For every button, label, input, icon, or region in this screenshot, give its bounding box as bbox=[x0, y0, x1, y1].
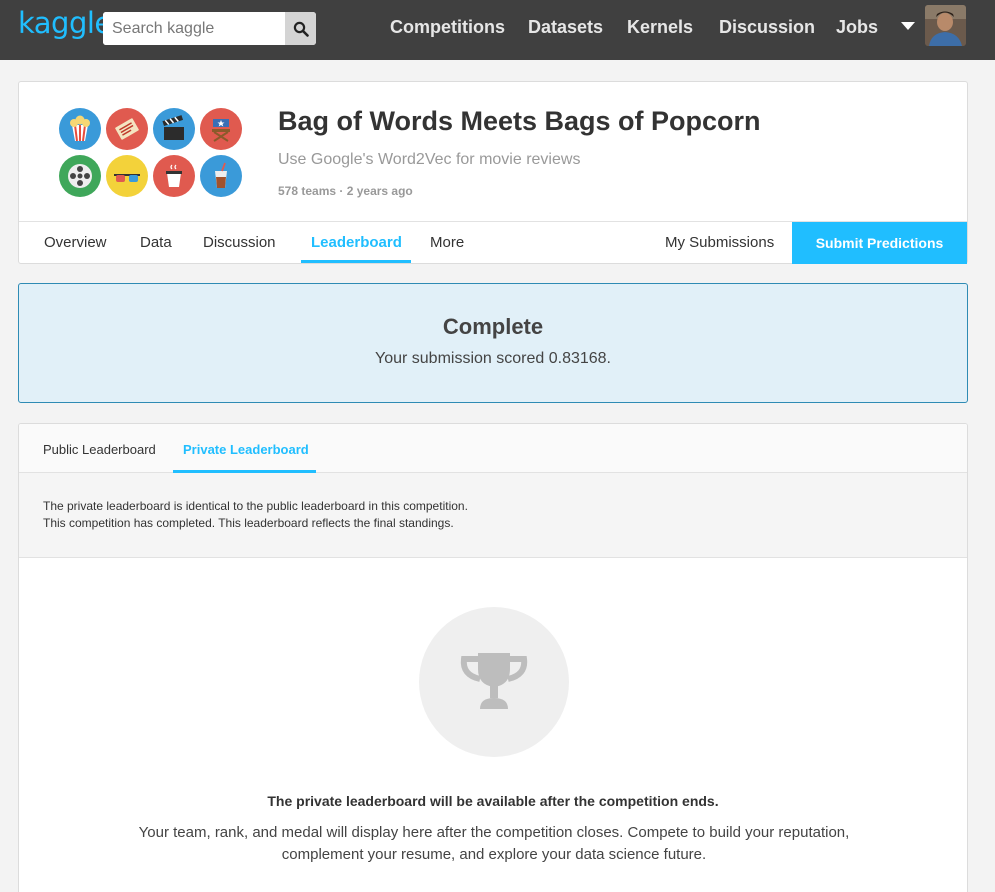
nav-discussion[interactable]: Discussion bbox=[719, 17, 815, 38]
leaderboard-tabs: Public Leaderboard Private Leaderboard bbox=[19, 424, 967, 473]
leaderboard-description: Your team, rank, and medal will display … bbox=[138, 824, 850, 863]
coffee-icon bbox=[153, 155, 195, 197]
tab-private-leaderboard[interactable]: Private Leaderboard bbox=[183, 442, 309, 457]
competition-tabs: Overview Data Discussion Leaderboard Mor… bbox=[19, 221, 967, 264]
tab-public-leaderboard[interactable]: Public Leaderboard bbox=[43, 442, 156, 457]
soda-cup-icon bbox=[200, 155, 242, 197]
active-tab-indicator bbox=[301, 260, 411, 263]
tab-discussion[interactable]: Discussion bbox=[203, 234, 276, 251]
film-reel-icon bbox=[59, 155, 101, 197]
tab-leaderboard[interactable]: Leaderboard bbox=[311, 234, 402, 251]
popcorn-icon bbox=[59, 108, 101, 150]
3d-glasses-icon bbox=[106, 155, 148, 197]
trophy-icon bbox=[460, 653, 528, 709]
trophy-badge bbox=[419, 607, 569, 757]
leaderboard-unavailable-heading: The private leaderboard will be availabl… bbox=[267, 793, 719, 809]
search-icon bbox=[293, 21, 309, 37]
leaderboard-panel: Public Leaderboard Private Leaderboard T… bbox=[18, 423, 968, 892]
directors-chair-icon bbox=[200, 108, 242, 150]
competition-logo bbox=[59, 108, 243, 198]
tab-data[interactable]: Data bbox=[140, 234, 172, 251]
top-navbar: kaggle Competitions Datasets Kernels Dis… bbox=[0, 0, 995, 60]
competition-header: Bag of Words Meets Bags of Popcorn Use G… bbox=[18, 81, 968, 264]
search-input[interactable] bbox=[103, 12, 285, 45]
kaggle-logo[interactable]: kaggle bbox=[18, 6, 112, 40]
note-line: The private leaderboard is identical to … bbox=[43, 499, 468, 513]
nav-jobs[interactable]: Jobs bbox=[836, 17, 878, 38]
nav-datasets[interactable]: Datasets bbox=[528, 17, 603, 38]
avatar[interactable] bbox=[925, 5, 966, 46]
competition-meta: 578 teams · 2 years ago bbox=[278, 184, 413, 198]
my-submissions-link[interactable]: My Submissions bbox=[665, 234, 774, 251]
ticket-icon bbox=[106, 108, 148, 150]
nav-kernels[interactable]: Kernels bbox=[627, 17, 693, 38]
clapperboard-icon bbox=[153, 108, 195, 150]
competition-subtitle: Use Google's Word2Vec for movie reviews bbox=[278, 151, 581, 168]
tab-more[interactable]: More bbox=[430, 234, 464, 251]
search-button[interactable] bbox=[285, 12, 316, 45]
tab-overview[interactable]: Overview bbox=[44, 234, 107, 251]
submit-predictions-button[interactable]: Submit Predictions bbox=[792, 222, 967, 264]
alert-title: Complete bbox=[442, 314, 544, 339]
leaderboard-note: The private leaderboard is identical to … bbox=[19, 473, 967, 558]
note-line: This competition has completed. This lea… bbox=[43, 516, 454, 530]
nav-competitions[interactable]: Competitions bbox=[390, 17, 505, 38]
alert-message: Your submission scored 0.83168. bbox=[375, 350, 611, 367]
caret-down-icon[interactable] bbox=[901, 22, 915, 30]
submission-result-alert: Complete Your submission scored 0.83168. bbox=[18, 283, 968, 403]
competition-title: Bag of Words Meets Bags of Popcorn bbox=[278, 106, 761, 136]
search-box bbox=[103, 12, 316, 45]
